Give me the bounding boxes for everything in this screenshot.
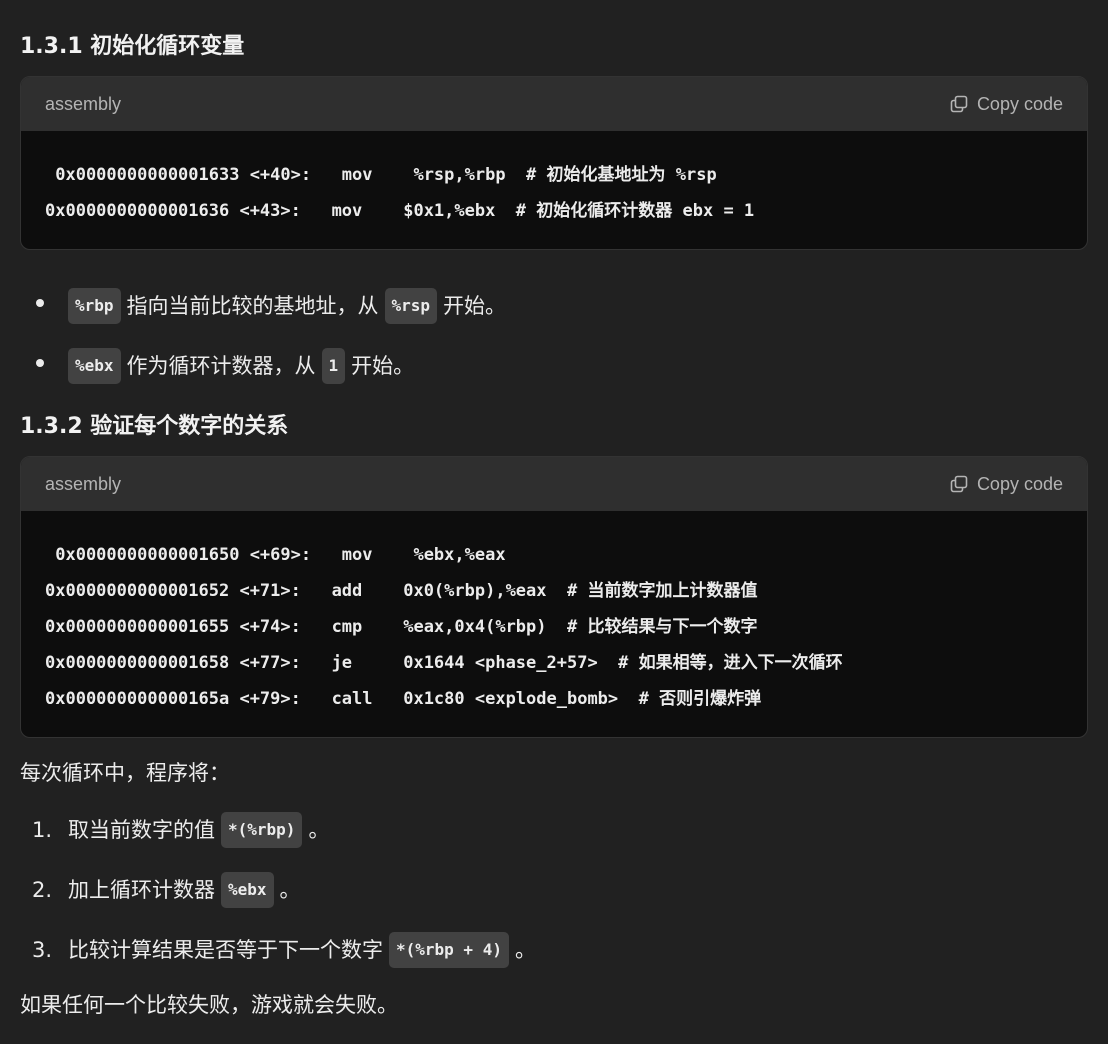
list-item-text: 开始。 bbox=[351, 354, 415, 378]
code-body[interactable]: 0x0000000000001650 <+69>: mov %ebx,%eax … bbox=[21, 511, 1087, 737]
code-line: 0x0000000000001636 <+43>: mov $0x1,%ebx … bbox=[45, 201, 755, 221]
list-number: 2. bbox=[32, 878, 53, 902]
list-item-text: 取当前数字的值 bbox=[68, 818, 215, 842]
inline-code: %rbp bbox=[68, 288, 121, 324]
inline-code: *(%rbp) bbox=[221, 812, 303, 848]
list-number: 1. bbox=[32, 818, 53, 842]
list-item-end: 。 bbox=[514, 938, 536, 962]
code-line: 0x0000000000001652 <+71>: add 0x0(%rbp),… bbox=[45, 581, 758, 601]
inline-code: %ebx bbox=[68, 348, 121, 384]
list-item-text: 指向当前比较的基地址，从 bbox=[126, 294, 379, 318]
code-line: 0x0000000000001655 <+74>: cmp %eax,0x4(%… bbox=[45, 617, 758, 637]
list-item-end: 。 bbox=[308, 818, 330, 842]
code-block-1: assembly Copy code 0x0000000000001633 <+… bbox=[20, 76, 1088, 250]
bullet-dot bbox=[36, 359, 44, 367]
inline-code: %ebx bbox=[221, 872, 274, 908]
copy-code-button[interactable]: Copy code bbox=[949, 474, 1063, 495]
inline-code: %rsp bbox=[384, 288, 438, 324]
list-item-text: 加上循环计数器 bbox=[68, 878, 215, 902]
copy-code-button[interactable]: Copy code bbox=[949, 94, 1063, 115]
code-language-label: assembly bbox=[45, 93, 122, 114]
list-item: 3. 比较计算结果是否等于下一个数字 *(%rbp + 4) 。 bbox=[20, 932, 536, 968]
copy-code-label: Copy code bbox=[976, 93, 1063, 114]
code-line: 0x0000000000001633 <+40>: mov %rsp,%rbp … bbox=[45, 165, 717, 185]
list-item-end: 。 bbox=[279, 878, 301, 902]
list-item-text: 比较计算结果是否等于下一个数字 bbox=[68, 938, 383, 962]
code-block-2: assembly Copy code 0x0000000000001650 <+… bbox=[20, 456, 1088, 738]
list-item: %rbp 指向当前比较的基地址，从 %rsp 开始。 bbox=[20, 288, 506, 324]
code-body[interactable]: 0x0000000000001633 <+40>: mov %rsp,%rbp … bbox=[21, 131, 1087, 249]
list-item: %ebx 作为循环计数器，从 1 开始。 bbox=[20, 348, 506, 384]
copy-icon bbox=[950, 95, 968, 113]
ordered-list: 1. 取当前数字的值 *(%rbp) 。 2. 加上循环计数器 %ebx 。 3… bbox=[20, 812, 536, 992]
list-number: 3. bbox=[32, 938, 53, 962]
code-line: 0x0000000000001650 <+69>: mov %ebx,%eax bbox=[45, 545, 506, 565]
list-item: 1. 取当前数字的值 *(%rbp) 。 bbox=[20, 812, 536, 848]
paragraph-intro: 每次循环中，程序将： bbox=[20, 761, 230, 785]
list-item-text: 开始。 bbox=[443, 294, 507, 318]
inline-code: *(%rbp + 4) bbox=[389, 932, 509, 968]
inline-code: 1 bbox=[321, 348, 346, 384]
section-heading-2: 1.3.2 验证每个数字的关系 bbox=[20, 414, 289, 439]
list-item-text: 作为循环计数器，从 bbox=[126, 354, 316, 378]
section-heading-1: 1.3.1 初始化循环变量 bbox=[20, 34, 245, 59]
copy-code-label: Copy code bbox=[976, 473, 1063, 494]
copy-icon bbox=[950, 475, 968, 493]
bullet-list: %rbp 指向当前比较的基地址，从 %rsp 开始。 %ebx 作为循环计数器，… bbox=[20, 288, 506, 408]
paragraph-conclusion: 如果任何一个比较失败，游戏就会失败。 bbox=[20, 993, 398, 1017]
code-header: assembly Copy code bbox=[21, 77, 1087, 131]
code-language-label: assembly bbox=[45, 473, 122, 494]
code-line: 0x0000000000001658 <+77>: je 0x1644 <pha… bbox=[45, 653, 843, 673]
code-line: 0x000000000000165a <+79>: call 0x1c80 <e… bbox=[45, 689, 762, 709]
bullet-dot bbox=[36, 299, 44, 307]
code-header: assembly Copy code bbox=[21, 457, 1087, 511]
list-item: 2. 加上循环计数器 %ebx 。 bbox=[20, 872, 536, 908]
